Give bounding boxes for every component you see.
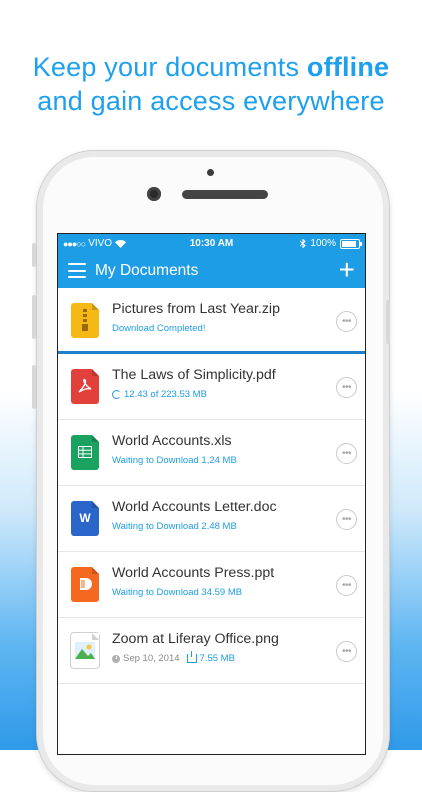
list-item[interactable]: Pictures from Last Year.zip Download Com…: [58, 288, 365, 354]
file-status: Waiting to Download 34.59 MB: [112, 587, 242, 598]
file-status: Sep 10, 2014 7.55 MB: [112, 651, 235, 664]
more-options-button[interactable]: •••: [336, 377, 357, 398]
file-status: Waiting to Download 1,24 MB: [112, 455, 237, 466]
earpiece-speaker: [182, 190, 268, 199]
front-camera: [147, 187, 161, 201]
list-item[interactable]: World Accounts.xls Waiting to Download 1…: [58, 420, 365, 486]
menu-icon[interactable]: [68, 263, 86, 278]
volume-down-button: [32, 365, 36, 409]
status-text: Waiting to Download 34.59 MB: [112, 587, 243, 598]
loading-icon: [112, 390, 121, 399]
status-text: Download Completed!: [112, 323, 206, 334]
volume-up-button: [32, 295, 36, 339]
list-item[interactable]: W World Accounts Letter.doc Waiting to D…: [58, 486, 365, 552]
file-date: Sep 10, 2014: [123, 653, 180, 664]
document-list: Pictures from Last Year.zip Download Com…: [58, 288, 365, 684]
more-options-button[interactable]: •••: [336, 443, 357, 464]
presentation-file-icon: [71, 567, 99, 602]
more-options-button[interactable]: •••: [336, 641, 357, 662]
file-status: Download Completed!: [112, 323, 205, 334]
file-name: Pictures from Last Year.zip: [112, 301, 280, 317]
nav-bar: My Documents +: [58, 254, 365, 288]
headline-text: Keep your documents: [32, 52, 307, 82]
more-options-button[interactable]: •••: [336, 575, 357, 596]
spreadsheet-file-icon: [71, 435, 99, 470]
image-file-icon: [71, 633, 99, 668]
file-status: Waiting to Download 2.48 MB: [112, 521, 237, 532]
battery-group: 100%: [300, 238, 362, 249]
file-name: The Laws of Simplicity.pdf: [112, 367, 276, 383]
more-options-button[interactable]: •••: [336, 509, 357, 530]
word-glyph: W: [79, 511, 91, 525]
proximity-sensor: [207, 169, 214, 176]
status-text: Waiting to Download 1,24 MB: [112, 455, 237, 466]
clock-icon: [112, 654, 120, 663]
headline-emphasis: offline: [306, 52, 390, 82]
mute-switch: [32, 243, 36, 267]
file-size: 7.55 MB: [199, 653, 235, 664]
pdf-file-icon: [71, 369, 99, 404]
file-name: World Accounts Letter.doc: [112, 499, 277, 515]
list-item[interactable]: The Laws of Simplicity.pdf 12.43 of 223.…: [58, 354, 365, 420]
file-status: 12.43 of 223.53 MB: [112, 389, 207, 400]
battery-icon: [340, 238, 362, 249]
add-button[interactable]: +: [339, 256, 355, 284]
file-name: World Accounts.xls: [112, 433, 232, 449]
bluetooth-icon: [300, 239, 307, 248]
zip-file-icon: [71, 303, 99, 338]
headline-line-1: Keep your documents offline: [0, 50, 422, 84]
download-icon: [186, 651, 197, 663]
battery-fill: [342, 240, 356, 247]
word-file-icon: W: [71, 501, 99, 536]
power-button: [386, 300, 390, 344]
status-text: Waiting to Download 2.48 MB: [112, 521, 237, 532]
page-title: My Documents: [95, 262, 199, 279]
more-options-button[interactable]: •••: [336, 311, 357, 332]
list-item[interactable]: Zoom at Liferay Office.png Sep 10, 2014 …: [58, 618, 365, 684]
file-name: Zoom at Liferay Office.png: [112, 631, 279, 647]
battery-percent: 100%: [310, 238, 336, 249]
promo-headline: Keep your documents offline and gain acc…: [0, 50, 422, 118]
status-bar: ●●●○○ VIVO 10:30 AM 100%: [58, 234, 365, 254]
status-text: 12.43 of 223.53 MB: [124, 389, 207, 400]
file-name: World Accounts Press.ppt: [112, 565, 275, 581]
headline-line-2: and gain access everywhere: [37, 86, 385, 116]
phone-screen: ●●●○○ VIVO 10:30 AM 100% My Documents + …: [57, 233, 366, 755]
list-item[interactable]: World Accounts Press.ppt Waiting to Down…: [58, 552, 365, 618]
